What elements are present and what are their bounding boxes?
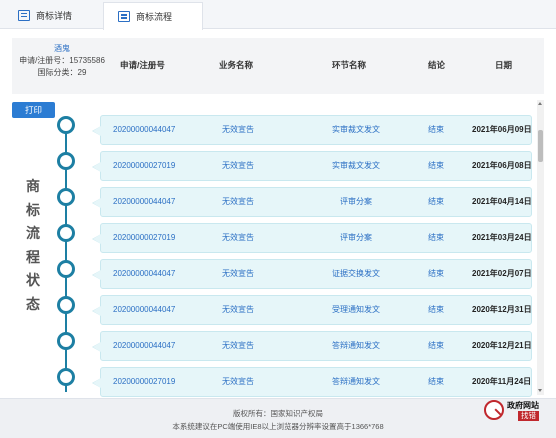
watermark-badge: 找错	[518, 411, 539, 421]
table-row: 20200000027019 无效宣告 答辩通知发文 结束 2020年11月24…	[92, 367, 532, 397]
magnifier-icon	[484, 400, 504, 420]
timeline-node	[57, 368, 75, 386]
business-name: 无效宣告	[222, 305, 254, 314]
business-name: 无效宣告	[222, 269, 254, 278]
tab-trademark-process[interactable]: 商标流程	[103, 2, 203, 30]
date: 2021年02月07日	[472, 269, 532, 278]
date: 2021年06月09日	[472, 125, 532, 134]
column-header-reg-no: 申请/注册号	[120, 60, 165, 70]
reg-number-link[interactable]: 20200000044047	[113, 260, 175, 288]
result: 结束	[428, 125, 444, 134]
reg-number-link[interactable]: 20200000044047	[113, 116, 175, 144]
scroll-down-arrow-icon[interactable]	[537, 387, 544, 395]
reg-number-link[interactable]: 20200000044047	[113, 296, 175, 324]
trademark-info: 酒鬼 申请/注册号：15735586 国际分类：29	[12, 43, 112, 79]
result: 结束	[428, 161, 444, 170]
copyright-text: 版权所有：国家知识产权局	[233, 409, 323, 418]
column-header-step: 环节名称	[332, 60, 367, 70]
trademark-name[interactable]: 酒鬼	[12, 43, 112, 55]
timeline-node	[57, 152, 75, 170]
reg-number-link[interactable]: 20200000027019	[113, 152, 175, 180]
side-label-char: 态	[26, 295, 40, 312]
business-name: 无效宣告	[222, 341, 254, 350]
date: 2020年12月21日	[472, 341, 532, 350]
business-name: 无效宣告	[222, 233, 254, 242]
timeline-node	[57, 188, 75, 206]
tab-label: 商标流程	[136, 12, 173, 22]
watermark-text: 政府网站	[507, 401, 539, 410]
step-name: 答辩通知发文	[332, 341, 380, 350]
business-name: 无效宣告	[222, 377, 254, 386]
business-name: 无效宣告	[222, 161, 254, 170]
scrollbar-thumb[interactable]	[538, 130, 543, 162]
table-row: 20200000044047 无效宣告 受理通知发文 结束 2020年12月31…	[92, 295, 532, 325]
table-row: 20200000044047 无效宣告 证据交换发文 结束 2021年02月07…	[92, 259, 532, 289]
side-label-char: 商	[26, 178, 40, 194]
list-icon	[18, 9, 30, 21]
table-row: 20200000044047 无效宣告 评审分案 结束 2021年04月14日	[92, 187, 532, 217]
reg-number-link[interactable]: 20200000027019	[113, 224, 175, 252]
step-name: 受理通知发文	[332, 305, 380, 314]
list-icon	[118, 11, 130, 22]
reg-number-link[interactable]: 20200000027019	[113, 368, 175, 396]
timeline-node	[57, 296, 75, 314]
tab-label: 商标详情	[36, 10, 73, 21]
step-name: 实审裁文发文	[332, 161, 380, 170]
result: 结束	[428, 233, 444, 242]
step-name: 评审分案	[340, 197, 372, 206]
print-button[interactable]: 打印	[12, 102, 55, 118]
side-label-char: 程	[26, 248, 40, 265]
result: 结束	[428, 269, 444, 278]
result: 结束	[428, 305, 444, 314]
side-label-char: 流	[26, 225, 40, 241]
date: 2021年06月08日	[472, 161, 532, 170]
business-name: 无效宣告	[222, 197, 254, 206]
tab-trademark-details[interactable]: 商标详情	[4, 2, 100, 28]
step-name: 评审分案	[340, 233, 372, 242]
date: 2021年03月24日	[472, 233, 532, 242]
date: 2021年04月14日	[472, 197, 532, 206]
result: 结束	[428, 197, 444, 206]
column-header-business: 业务名称	[219, 60, 254, 70]
step-name: 实审裁文发文	[332, 125, 380, 134]
column-header-result: 结论	[428, 60, 446, 70]
result: 结束	[428, 341, 444, 350]
international-class: 国际分类：29	[37, 68, 87, 77]
timeline-node	[57, 332, 75, 350]
reg-number-link[interactable]: 20200000044047	[113, 188, 175, 216]
date: 2020年11月24日	[472, 377, 532, 386]
result: 结束	[428, 377, 444, 386]
table-header: 酒鬼 申请/注册号：15735586 国际分类：29 申请/注册号 业务名称 环…	[12, 38, 544, 94]
step-name: 证据交换发文	[332, 269, 380, 278]
business-name: 无效宣告	[222, 125, 254, 134]
table-row: 20200000044047 无效宣告 实审裁文发文 结束 2021年06月09…	[92, 115, 532, 145]
browser-note: 本系统建议在PC端使用IE8以上浏览器分辨率设置高于1366*768	[172, 422, 384, 431]
table-row: 20200000044047 无效宣告 答辩通知发文 结束 2020年12月21…	[92, 331, 532, 361]
gov-site-error-watermark: 政府网站 找错	[484, 398, 552, 424]
registration-number: 申请/注册号：15735586	[19, 56, 105, 65]
scroll-up-arrow-icon[interactable]	[537, 100, 544, 108]
tab-bar: 商标详情 商标流程	[0, 0, 556, 30]
process-status-label: 商 标 流 程 状 态	[23, 175, 43, 316]
timeline-node	[57, 260, 75, 278]
step-name: 答辩通知发文	[332, 377, 380, 386]
date: 2020年12月31日	[472, 305, 532, 314]
side-label-char: 状	[26, 272, 40, 288]
table-row: 20200000027019 无效宣告 实审裁文发文 结束 2021年06月08…	[92, 151, 532, 181]
side-label-char: 标	[26, 201, 40, 218]
timeline-node	[57, 224, 75, 242]
reg-number-link[interactable]: 20200000044047	[113, 332, 175, 360]
column-header-date: 日期	[495, 60, 513, 70]
vertical-scrollbar[interactable]	[537, 100, 544, 395]
timeline-node	[57, 116, 75, 134]
table-row: 20200000027019 无效宣告 评审分案 结束 2021年03月24日	[92, 223, 532, 253]
page-footer: 版权所有：国家知识产权局 本系统建议在PC端使用IE8以上浏览器分辨率设置高于1…	[0, 398, 556, 438]
